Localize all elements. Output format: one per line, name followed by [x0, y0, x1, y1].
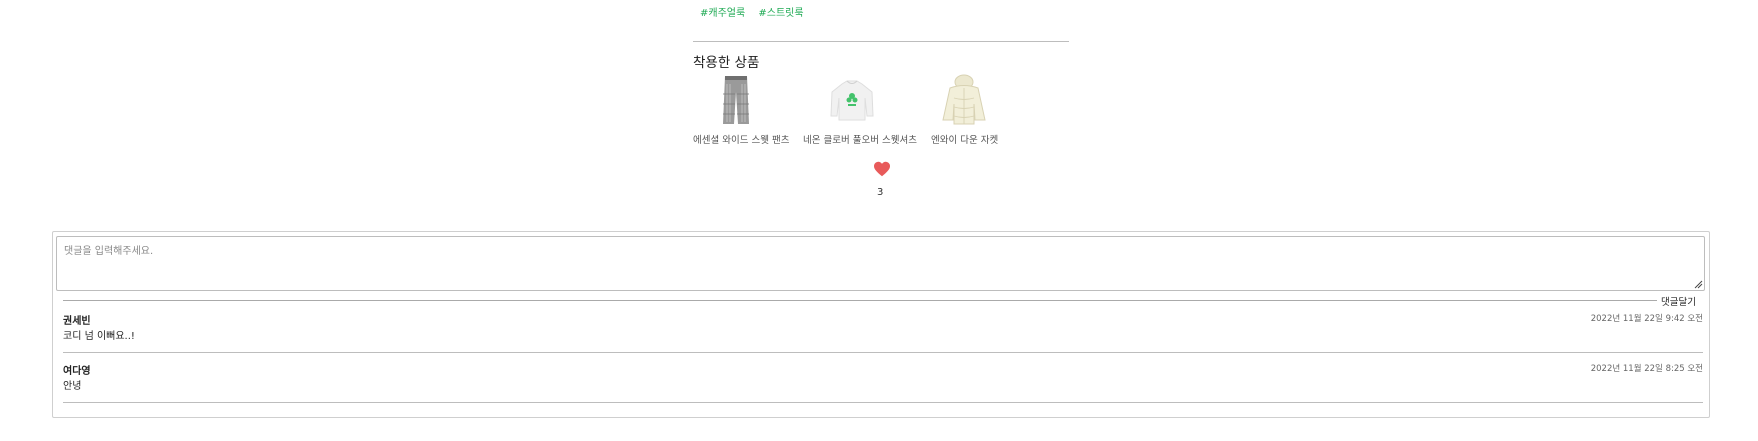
comment-timestamp: 2022년 11월 22일 8:25 오전 — [1590, 364, 1703, 374]
divider — [63, 352, 1703, 353]
comment-input[interactable]: 댓글을 입력해주세요. — [56, 236, 1705, 291]
product-name: 네온 클로버 풀오버 스웻셔츠 — [803, 135, 917, 146]
resize-handle-icon[interactable] — [1693, 279, 1703, 289]
pants-icon — [723, 76, 749, 124]
hashtag-street[interactable]: #스트릿룩 — [758, 8, 803, 19]
like-count: 3 — [877, 187, 884, 198]
comment-input-placeholder: 댓글을 입력해주세요. — [64, 246, 154, 257]
divider — [693, 41, 1069, 42]
product-name: 엔와이 다운 자켓 — [931, 135, 999, 146]
sweatshirt-icon — [830, 80, 874, 121]
comment-timestamp: 2022년 11월 22일 9:42 오전 — [1590, 314, 1703, 324]
divider — [63, 402, 1703, 403]
comment-text: 안녕 — [63, 381, 82, 392]
comment-author: 여다영 — [63, 366, 91, 377]
down-jacket-icon — [942, 74, 986, 125]
comment-section: 댓글을 입력해주세요. 댓글달기 권세빈 코디 넘 이뻐요..! 2022년 1… — [52, 231, 1710, 418]
heart-icon[interactable] — [873, 161, 891, 177]
hashtag-list: #캐주얼룩 #스트릿룩 — [700, 4, 814, 19]
comment-author: 권세빈 — [63, 316, 91, 327]
comment-text: 코디 넘 이뻐요..! — [63, 331, 135, 342]
comment-submit-button[interactable]: 댓글달기 — [1659, 294, 1698, 308]
product-name: 에센셜 와이드 스웻 팬츠 — [693, 135, 790, 146]
divider — [63, 300, 1657, 301]
hashtag-casual[interactable]: #캐주얼룩 — [700, 8, 745, 19]
worn-products-title: 착용한 상품 — [693, 55, 760, 71]
